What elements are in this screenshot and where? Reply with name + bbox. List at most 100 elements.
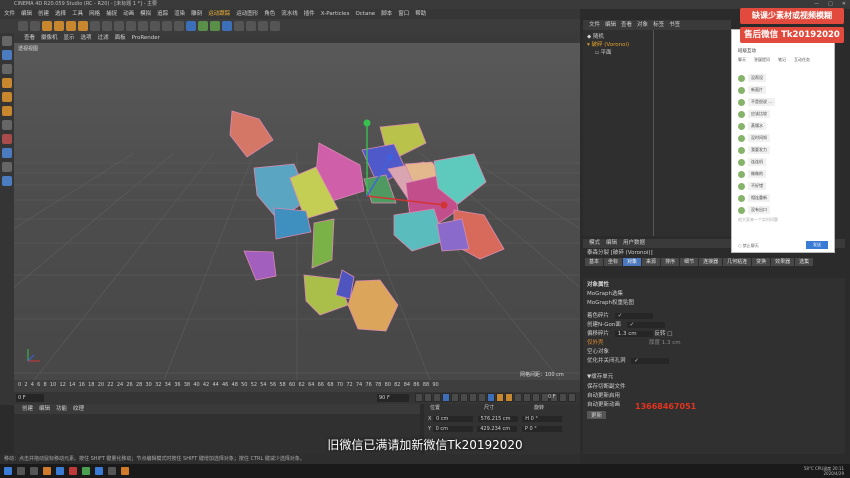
viewport-menu-item[interactable]: 过滤 [98,33,109,43]
menu-item[interactable]: 流水线 [281,9,298,19]
shell-only-option[interactable]: 仅外壳 厚度 1.3 cm [587,338,681,346]
attribute-tab[interactable]: 细节 [680,258,699,266]
chat-tab[interactable]: 答疑提问 [754,57,770,63]
cache-section-heading[interactable]: ▼缓存单元 [587,372,613,380]
menu-item[interactable]: 动画 [123,9,134,19]
attribute-tab[interactable]: 对象 [623,258,642,266]
start-icon[interactable] [4,467,12,475]
chat-tab[interactable]: 互动任务 [794,57,810,63]
select-tool-icon[interactable] [42,21,52,31]
app-icon[interactable] [108,467,116,475]
search-icon[interactable] [17,467,25,475]
attribute-tab[interactable]: 选集 [795,258,814,266]
menu-item[interactable]: 角色 [264,9,275,19]
deformer-icon[interactable] [234,21,244,31]
attribute-tab[interactable]: 来源 [642,258,661,266]
edges-mode-icon[interactable] [2,92,12,102]
menu-item[interactable]: 运动跟踪 [208,9,230,19]
subdivision-icon[interactable] [210,21,220,31]
material-menu-item[interactable]: 创建 [22,404,33,414]
viewport-menu-item[interactable]: 显示 [64,33,75,43]
folder-icon[interactable] [43,467,51,475]
menu-item[interactable]: 雕刻 [191,9,202,19]
menu-item[interactable]: 工具 [72,9,83,19]
menu-item[interactable]: Octane [355,9,375,19]
menu-item[interactable]: 创建 [38,9,49,19]
scene-floor-icon[interactable] [246,21,256,31]
material-menu-item[interactable]: 编辑 [39,404,50,414]
attribute-tab[interactable]: 效果器 [771,258,795,266]
attribute-tab[interactable]: 排序 [661,258,680,266]
menu-item[interactable]: 窗口 [398,9,409,19]
redo-icon[interactable] [30,21,40,31]
menu-item[interactable]: 文件 [4,9,15,19]
x-axis-tip[interactable] [440,201,448,209]
optimize-close-holes-option[interactable]: 优化并关闭孔洞 ✓ [587,356,670,364]
go-start-icon[interactable] [415,393,423,402]
size-x-field[interactable]: 576.215 cm [477,416,518,422]
object-manager[interactable]: ◆ 随机 ▾ 破碎 (Voronoi) ▫ 平面 [583,30,731,236]
spline-pen-icon[interactable] [198,21,208,31]
record-icon[interactable] [496,393,504,402]
viewport-menu-item[interactable]: 摄像机 [41,33,58,43]
attribute-menu-item[interactable]: 模式 [589,239,600,248]
recent-tool-icon[interactable] [90,21,100,31]
coord-system-icon[interactable] [138,21,148,31]
material-menu-item[interactable]: 纹理 [73,404,84,414]
key-selection-icon[interactable] [514,393,522,402]
autokey-icon[interactable] [505,393,513,402]
prev-frame-icon[interactable] [433,393,441,402]
pla-key-icon[interactable] [559,393,567,402]
attribute-tab[interactable]: 变换 [752,258,771,266]
attribute-tab[interactable]: 坐标 [604,258,623,266]
save-cache-option[interactable]: 保存切断副文件 [587,382,626,390]
object-menu-item[interactable]: 编辑 [605,20,616,30]
undo-icon[interactable] [18,21,28,31]
object-row-random[interactable]: ◆ 随机 [587,32,604,40]
texture-mode-icon[interactable] [2,64,12,74]
position-x-field[interactable]: 0 cm [433,416,474,422]
task-view-icon[interactable] [30,467,38,475]
move-tool-icon[interactable] [54,21,64,31]
menu-item[interactable]: 捕捉 [106,9,117,19]
attribute-tab[interactable]: 连接器 [699,258,723,266]
menu-item[interactable]: 插件 [304,9,315,19]
cloner-icon[interactable] [222,21,232,31]
mute-chat-toggle[interactable]: ○ 禁止聊天 [738,243,759,249]
object-menu-item[interactable]: 文件 [589,20,600,30]
current-frame-field[interactable]: 0 F [16,394,44,402]
viewport-menu-item[interactable]: 面板 [115,33,126,43]
size-y-field[interactable]: 429.234 cm [477,426,518,432]
3d-viewport[interactable] [0,43,821,381]
go-end-icon[interactable] [469,393,477,402]
viewport-menu-item[interactable]: 查看 [24,33,35,43]
rotate-tool-icon[interactable] [78,21,88,31]
hollow-object-option[interactable]: 空心对象 [587,347,653,355]
light-icon[interactable] [270,21,280,31]
snap-icon[interactable] [2,134,12,144]
sculpt-icon[interactable] [2,176,12,186]
position-y-field[interactable]: 0 cm [432,426,473,432]
y-axis-icon[interactable] [114,21,124,31]
menu-item[interactable]: 运动图形 [236,9,258,19]
next-key-icon[interactable] [460,393,468,402]
menu-item[interactable]: 编辑 [21,9,32,19]
z-axis-tip[interactable] [387,154,393,160]
model-mode-icon[interactable] [2,50,12,60]
chat-send-button[interactable]: 发送 [806,241,828,249]
x-axis-icon[interactable] [102,21,112,31]
cube-icon[interactable] [186,21,196,31]
auto-update-animation-option[interactable]: 自动更新动画 [587,400,620,408]
chat-tab[interactable]: 聊天 [738,57,746,63]
loop-icon[interactable] [478,393,486,402]
color-fragments-option[interactable]: 着色碎片 ✓ [587,311,653,319]
mograph-weightmap-field[interactable]: MoGraph权重贴图 [587,298,634,306]
chat-tab[interactable]: 笔记 [778,57,786,63]
move-key-icon[interactable] [487,393,495,402]
menu-item[interactable]: 模拟 [140,9,151,19]
rotation-p-field[interactable]: P 0 ° [521,426,562,432]
next-frame-icon[interactable] [451,393,459,402]
object-menu-item[interactable]: 对象 [637,20,648,30]
menu-item[interactable]: 帮助 [415,9,426,19]
attribute-menu-item[interactable]: 用户数据 [623,239,645,248]
